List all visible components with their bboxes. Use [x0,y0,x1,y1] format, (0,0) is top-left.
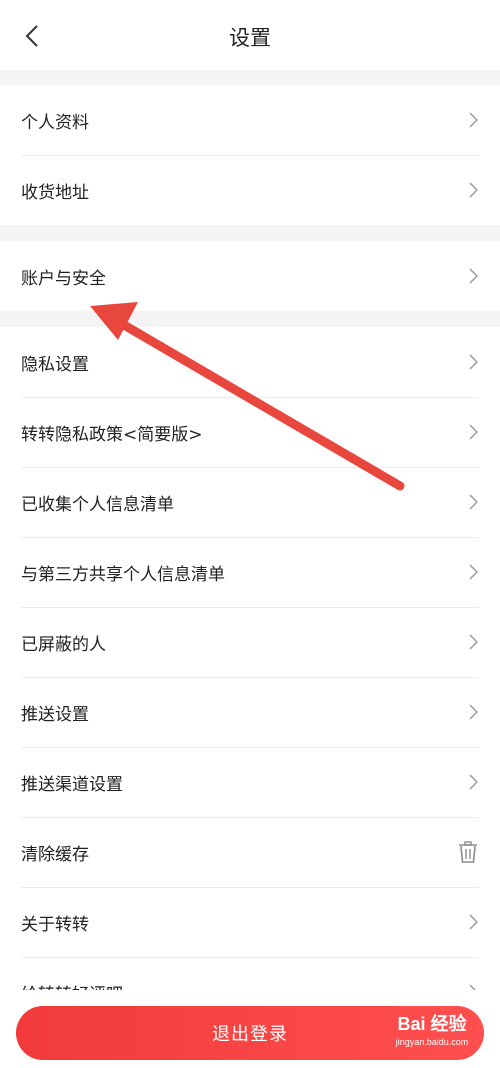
settings-item-push-channel[interactable]: 推送渠道设置 [0,747,500,817]
trash-icon [458,841,478,863]
chevron-right-icon [469,354,478,370]
settings-group-account: 账户与安全 [0,241,500,311]
settings-item-account-security[interactable]: 账户与安全 [0,241,500,311]
settings-item-label: 推送设置 [21,704,89,725]
settings-item-collected-info[interactable]: 已收集个人信息清单 [0,467,500,537]
chevron-right-icon [469,268,478,284]
chevron-right-icon [469,182,478,198]
settings-item-privacy-policy[interactable]: 转转隐私政策<简要版> [0,397,500,467]
watermark-logo: Bai 经验 [397,1014,467,1034]
top-bar: 设置 [0,0,500,70]
settings-item-label: 收货地址 [21,182,89,203]
settings-item-label: 推送渠道设置 [21,774,123,795]
settings-item-blocked-users[interactable]: 已屏蔽的人 [0,607,500,677]
settings-item-label: 与第三方共享个人信息清单 [21,564,225,585]
settings-item-about[interactable]: 关于转转 [0,887,500,957]
settings-item-label: 个人资料 [21,112,89,133]
settings-item-label: 已屏蔽的人 [21,634,106,655]
watermark-url: jingyan.baidu.com [395,1037,469,1047]
settings-item-label: 转转隐私政策<简要版> [21,424,203,445]
baidu-jingyan-watermark: Bai 经验 jingyan.baidu.com [384,1012,480,1058]
settings-group-privacy: 隐私设置 转转隐私政策<简要版> 已收集个人信息清单 与第三方共享个人信息清单 … [0,327,500,1068]
chevron-right-icon [469,424,478,440]
settings-item-label: 清除缓存 [21,844,89,865]
settings-item-label: 已收集个人信息清单 [21,494,174,515]
chevron-right-icon [469,564,478,580]
chevron-right-icon [469,494,478,510]
page-title: 设置 [229,26,271,50]
logout-label: 退出登录 [212,1024,288,1045]
settings-item-clear-cache[interactable]: 清除缓存 [0,817,500,887]
settings-group-profile: 个人资料 收货地址 [0,85,500,225]
settings-item-address[interactable]: 收货地址 [0,155,500,225]
settings-item-privacy[interactable]: 隐私设置 [0,327,500,397]
settings-item-push[interactable]: 推送设置 [0,677,500,747]
settings-item-label: 隐私设置 [21,354,89,375]
chevron-right-icon [469,914,478,930]
chevron-right-icon [469,112,478,128]
chevron-right-icon [469,704,478,720]
settings-item-shared-info[interactable]: 与第三方共享个人信息清单 [0,537,500,607]
chevron-right-icon [469,774,478,790]
settings-item-profile[interactable]: 个人资料 [0,85,500,155]
settings-item-label: 关于转转 [21,914,89,935]
settings-item-label: 账户与安全 [21,268,106,289]
chevron-right-icon [469,634,478,650]
